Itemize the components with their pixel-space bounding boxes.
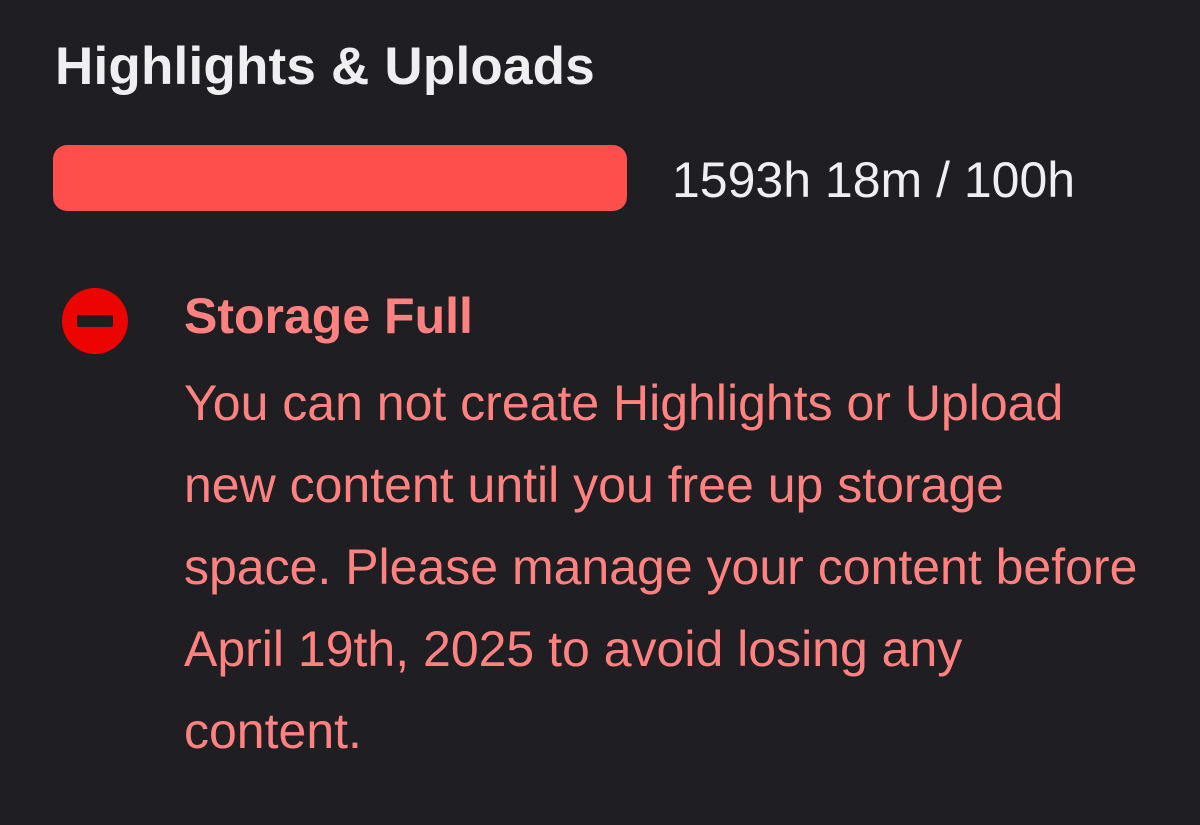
storage-usage: 1593h 18m / 100h: [53, 145, 1163, 211]
section-title: Highlights & Uploads: [55, 37, 595, 96]
usage-progress-fill: [53, 145, 627, 211]
usage-amount: 1593h 18m / 100h: [672, 152, 1076, 208]
usage-progress-bar: [53, 145, 627, 211]
storage-panel: Highlights & Uploads 1593h 18m / 100h St…: [0, 0, 1200, 825]
alert-title: Storage Full: [184, 288, 473, 344]
do-not-enter-icon: [60, 286, 130, 356]
alert-content: Storage Full You can not create Highligh…: [184, 286, 1154, 772]
alert-message: You can not create Highlights or Upload …: [184, 375, 1138, 759]
